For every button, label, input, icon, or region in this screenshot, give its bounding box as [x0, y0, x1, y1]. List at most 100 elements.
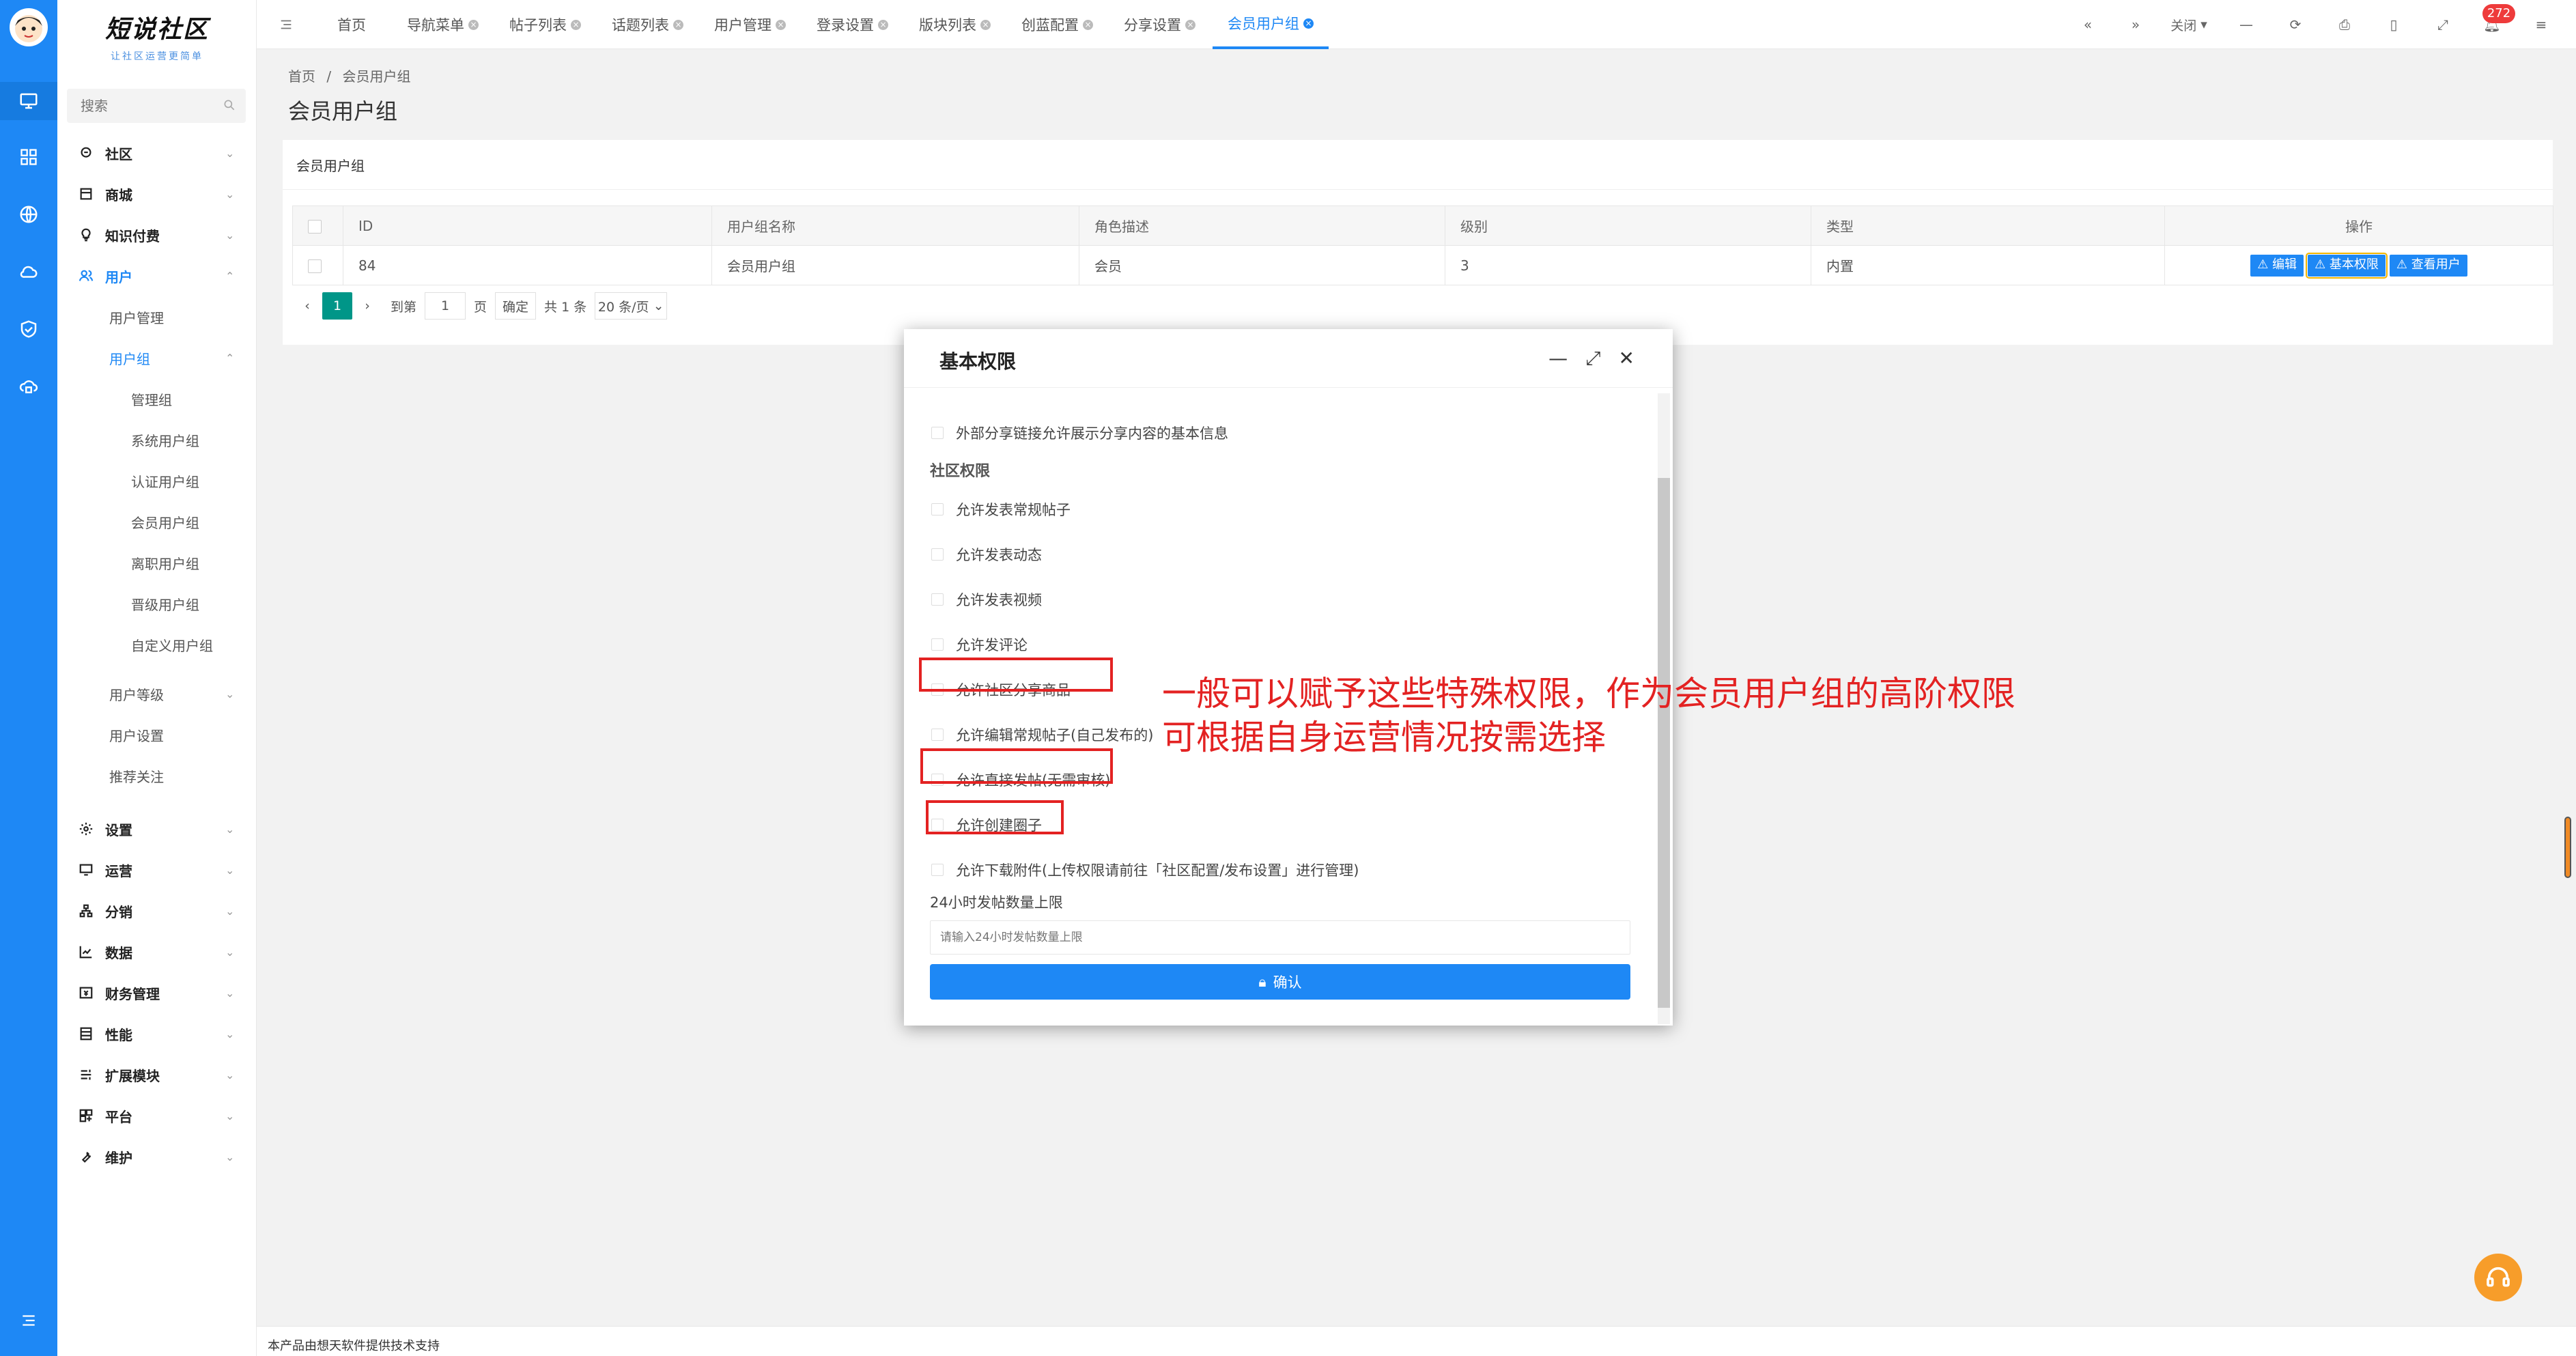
checkbox[interactable] [931, 638, 944, 651]
sidebar-item-community[interactable]: 社区 ⌄ [57, 132, 257, 173]
tab-member-group[interactable]: 会员用户组 × [1213, 0, 1329, 49]
sidebar-item-system-group[interactable]: 系统用户组 [57, 419, 257, 460]
menu-collapse-icon[interactable] [12, 1304, 45, 1337]
post-limit-input[interactable] [930, 920, 1630, 955]
sidebar-item-user[interactable]: 用户 ⌃ [57, 255, 257, 296]
confirm-button[interactable]: 🔒︎ 确认 [930, 964, 1630, 1000]
sidebar-item-resigned-group[interactable]: 离职用户组 [57, 542, 257, 583]
close-icon[interactable]: × [878, 19, 888, 30]
sidebar-item-extensions[interactable]: 扩展模块 ⌄ [57, 1054, 257, 1095]
sidebar-item-verified-group[interactable]: 认证用户组 [57, 460, 257, 501]
edit-button[interactable]: ⚠ 编辑 [2250, 254, 2304, 277]
avatar[interactable] [10, 8, 48, 46]
search-input[interactable] [67, 89, 217, 123]
globe-icon[interactable] [12, 198, 45, 231]
tab-login-settings[interactable]: 登录设置 × [817, 0, 888, 49]
sidebar-item-user-level[interactable]: 用户等级 ⌄ [57, 673, 257, 714]
permission-option[interactable]: 允许编辑常规帖子(自己发布的) [931, 721, 1153, 748]
sidebar-item-finance[interactable]: 财务管理 ⌄ [57, 972, 257, 1013]
basic-permission-button[interactable]: ⚠ 基本权限 [2306, 252, 2388, 279]
fullscreen-icon[interactable]: ⤢ [2432, 14, 2454, 36]
permission-option[interactable]: 允许发表常规帖子 [931, 496, 1071, 523]
permission-option[interactable]: 允许发表视频 [931, 586, 1042, 613]
tab-nav-menu[interactable]: 导航菜单 × [407, 0, 479, 49]
sidebar-item-usergroup[interactable]: 用户组 ⌃ [57, 337, 257, 378]
tab-prev-icon[interactable]: « [2077, 14, 2099, 36]
view-users-button[interactable]: ⚠ 查看用户 [2389, 254, 2467, 277]
permission-option[interactable]: 外部分享链接允许展示分享内容的基本信息 [931, 419, 1228, 447]
tab-next-icon[interactable]: » [2125, 14, 2147, 36]
close-icon[interactable]: ✕ [1619, 347, 1634, 370]
cloud-icon[interactable] [12, 255, 45, 288]
page-size-select[interactable]: 20 条/页 ⌄ [595, 292, 668, 320]
checkbox[interactable] [931, 593, 944, 606]
sidebar-item-platform[interactable]: 平台 ⌄ [57, 1095, 257, 1136]
grid-icon[interactable] [12, 141, 45, 173]
tab-user-manage[interactable]: 用户管理 × [714, 0, 786, 49]
cloud-lock-icon[interactable] [12, 370, 45, 403]
chevron-down-icon: ⌄ [225, 904, 235, 918]
tab-home[interactable]: 首页 [337, 0, 366, 49]
sidebar-item-custom-group[interactable]: 自定义用户组 [57, 624, 257, 665]
permission-option[interactable]: 允许发评论 [931, 631, 1028, 658]
sidebar-item-distribution[interactable]: 分销 ⌄ [57, 890, 257, 931]
close-icon[interactable]: × [1185, 19, 1195, 30]
search-icon[interactable] [223, 98, 236, 115]
close-icon[interactable]: × [468, 19, 479, 30]
sidebar-item-user-manage[interactable]: 用户管理 [57, 296, 257, 337]
close-icon[interactable]: × [1303, 18, 1314, 29]
close-icon[interactable]: × [571, 19, 581, 30]
sidebar-item-knowledge[interactable]: 知识付费 ⌄ [57, 214, 257, 255]
next-page-icon[interactable]: › [352, 292, 382, 320]
modal-title: 基本权限 [939, 350, 1017, 373]
sidebar-item-mall[interactable]: 商城 ⌄ [57, 173, 257, 214]
side-drawer-handle[interactable] [2564, 817, 2571, 878]
permission-option[interactable]: 允许下载附件(上传权限请前往「社区配置/发布设置」进行管理) [931, 856, 1359, 884]
sidebar-item-settings[interactable]: 设置 ⌄ [57, 808, 257, 849]
close-tabs-dropdown[interactable]: 关闭 ▾ [2162, 14, 2216, 36]
row-checkbox[interactable] [308, 259, 322, 273]
sidebar-item-promoted-group[interactable]: 晋级用户组 [57, 583, 257, 624]
close-icon[interactable]: × [1083, 19, 1093, 30]
goto-confirm-button[interactable]: 确定 [495, 292, 537, 320]
tab-chuanglan-config[interactable]: 创蓝配置 × [1021, 0, 1093, 49]
help-headset-icon[interactable] [2474, 1254, 2522, 1301]
checkbox[interactable] [931, 864, 944, 876]
monitor-icon[interactable] [0, 82, 57, 120]
refresh-icon[interactable]: ⟳ [2284, 14, 2306, 36]
sidebar-item-performance[interactable]: 性能 ⌄ [57, 1013, 257, 1054]
checkbox[interactable] [931, 503, 944, 515]
sidebar-item-data[interactable]: 数据 ⌄ [57, 931, 257, 972]
goto-page-input[interactable]: 1 [425, 292, 466, 320]
permission-option[interactable]: 允许发表动态 [931, 541, 1042, 568]
logo[interactable]: 短说社区 让社区运营更简单 [57, 10, 257, 71]
shield-check-icon[interactable] [12, 313, 45, 345]
tab-post-list[interactable]: 帖子列表 × [509, 0, 581, 49]
mobile-icon[interactable]: ▯ [2383, 14, 2405, 36]
sidebar-item-maintenance[interactable]: 维护 ⌄ [57, 1136, 257, 1177]
select-all-checkbox[interactable] [308, 220, 322, 234]
minimize-icon[interactable]: — [2235, 14, 2257, 36]
tab-board-list[interactable]: 版块列表 × [919, 0, 991, 49]
tab-topic-list[interactable]: 话题列表 × [612, 0, 683, 49]
close-icon[interactable]: × [673, 19, 683, 30]
sidebar-item-user-settings[interactable]: 用户设置 [57, 714, 257, 755]
close-icon[interactable]: × [776, 19, 786, 30]
checkbox[interactable] [931, 548, 944, 561]
close-icon[interactable]: × [980, 19, 991, 30]
sidebar-item-admin-group[interactable]: 管理组 [57, 378, 257, 419]
sidebar-item-recommend-follow[interactable]: 推荐关注 [57, 755, 257, 796]
sidebar-item-operation[interactable]: 运营 ⌄ [57, 849, 257, 890]
tab-share-settings[interactable]: 分享设置 × [1124, 0, 1195, 49]
prev-page-icon[interactable]: ‹ [292, 292, 322, 320]
menu-toggle-icon[interactable] [279, 0, 294, 49]
more-menu-icon[interactable]: ≡ [2530, 14, 2552, 36]
checkbox[interactable] [931, 729, 944, 741]
page-1[interactable]: 1 [322, 292, 352, 320]
minimize-icon[interactable]: — [1548, 347, 1568, 370]
maximize-icon[interactable]: ⤢ [1585, 347, 1600, 370]
breadcrumb-home[interactable]: 首页 [288, 68, 315, 85]
sidebar-item-member-group[interactable]: 会员用户组 [57, 501, 257, 542]
printer-icon[interactable]: ⎙ [2334, 14, 2355, 36]
checkbox[interactable] [931, 427, 944, 439]
